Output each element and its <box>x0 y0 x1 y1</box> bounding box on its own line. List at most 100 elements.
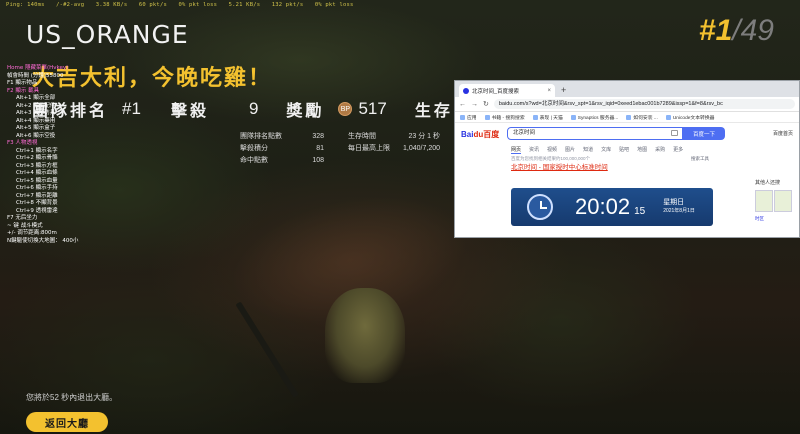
bp-coin-icon: BP <box>338 102 353 116</box>
clock-icon <box>527 194 553 220</box>
camera-icon[interactable] <box>671 130 678 136</box>
time-widget: 20:02 15 星期日 2021年8月1日 <box>511 188 713 226</box>
new-tab-button[interactable]: + <box>561 84 566 97</box>
overlay-menu-line: Ctrl+6 顯示手持 <box>16 185 58 191</box>
overlay-menu-line: Ctrl+3 顯示方框 <box>16 162 58 169</box>
detail-label: 命中點數 <box>240 157 268 164</box>
detail-row: 生存時間 23 分 1 秒 <box>348 131 440 143</box>
kills-label: 擊殺 <box>170 103 209 120</box>
homepage-link[interactable]: 百度首页 <box>773 130 793 137</box>
related-thumbnail[interactable] <box>755 190 773 212</box>
net-in-rate: 3.38 KB/s <box>95 2 128 8</box>
tab-wenku[interactable]: 文库 <box>601 146 611 153</box>
return-to-lobby-button[interactable]: 返回大廳 <box>26 412 108 432</box>
baidu-logo[interactable]: Baidu百度 <box>461 129 499 140</box>
detail-row: 命中點數 108 <box>240 155 324 167</box>
detail-value: 108 <box>312 157 324 164</box>
overlay-menu-line: Ctrl+1 顯示名字 <box>16 147 58 154</box>
bookmark-item[interactable]: 应用 <box>460 114 477 121</box>
toolbar: ← → ↻ baidu.com/s?wd=北京时间&rsv_spt=1&rsv_… <box>455 97 799 112</box>
address-bar[interactable]: baidu.com/s?wd=北京时间&rsv_spt=1&rsv_iqid=0… <box>493 99 795 109</box>
overlay-menu-line: Alt+1 顯示全部 <box>16 95 56 101</box>
tab-map[interactable]: 地图 <box>637 146 647 153</box>
overlay-menu-line: 幀會時間 (分鐘)55800 <box>7 72 64 79</box>
bookmark-item[interactable]: Unicode文本转换器 <box>666 114 715 121</box>
kills-value: 9 <box>248 99 259 118</box>
search-button[interactable]: 百度一下 <box>683 127 725 140</box>
reward-value: 517 <box>358 99 387 118</box>
close-tab-icon[interactable]: × <box>547 88 551 94</box>
overlay-menu-line: Ctrl+8 不顯背景 <box>16 200 58 206</box>
bookmark-item[interactable]: 书籍 - 搜狗搜索 <box>485 114 525 121</box>
tab-more[interactable]: 更多 <box>673 146 683 153</box>
net-in-loss: 0% pkt loss <box>178 2 218 8</box>
overlay-menu-line: Ctrl+7 顯示距離 <box>16 192 58 199</box>
detail-row: 每日最高上限 1,040/7,200 <box>348 143 440 155</box>
reward-stat: 獎勵 BP 517 <box>286 97 386 121</box>
tab-shopping[interactable]: 采购 <box>655 146 665 153</box>
search-tools-link[interactable]: 搜索工具 <box>691 154 709 163</box>
forward-icon[interactable]: → <box>471 101 478 108</box>
net-in-pkts: 60 pkt/s <box>138 2 167 8</box>
tab-strip: 北京时间_百度搜索 × + <box>455 81 799 97</box>
bookmark-item[interactable]: Synaptics 服务器... <box>571 114 619 121</box>
reload-icon[interactable]: ↻ <box>483 100 489 108</box>
survival-details: 生存時間 23 分 1 秒 每日最高上限 1,040/7,200 <box>348 131 440 155</box>
tab-baidu[interactable]: 北京时间_百度搜索 × <box>459 84 555 97</box>
net-out-pkts: 132 pkt/s <box>271 2 304 8</box>
tab-web[interactable]: 网页 <box>511 146 522 154</box>
current-time: 20:02 <box>575 194 631 219</box>
overlay-menu-line: Alt+5 顯示盒子 <box>16 125 56 131</box>
overlay-menu-line: +/- 调节距离:800m <box>7 230 57 236</box>
survival-label: 生存 <box>414 103 453 120</box>
search-type-tabs: 网页 资讯 视频 图片 知道 文库 贴吧 地图 采购 更多 <box>455 145 799 154</box>
overlay-menu-line: Alt+6 顯示空投 <box>16 132 56 139</box>
bookmark-item[interactable]: 表现 | 天猫 <box>533 114 563 121</box>
net-avg: /-#2-avg <box>56 2 85 8</box>
baidu-favicon-icon <box>463 87 469 94</box>
tab-video[interactable]: 视频 <box>547 146 557 153</box>
result-count-text: 百度为您找到相关结果约100,000,000个 <box>511 156 591 161</box>
result-title-link[interactable]: 北京时间 - 国家授时中心标准时间 <box>455 163 799 173</box>
related-caption[interactable]: 时区 <box>755 216 795 222</box>
overlay-menu-line: N鍵驅使切換大地圖： 400小 <box>7 237 79 244</box>
related-thumbnail[interactable] <box>774 190 793 212</box>
weekday: 星期日 <box>663 199 685 206</box>
related-title: 其他人还搜 <box>755 180 781 186</box>
overlay-menu-line: F2 顯示 載具 <box>7 87 40 94</box>
detail-label: 每日最高上限 <box>348 145 390 152</box>
overlay-menu-line: Alt+3 顯示防具 <box>16 110 56 116</box>
rank-total: /49 <box>732 14 774 47</box>
detail-label: 團隊排名點數 <box>240 133 282 140</box>
search-input[interactable]: 北京时间 <box>507 127 683 140</box>
overlay-menu-line: Ctrl+4 顯示血條 <box>16 170 58 176</box>
browser-window: 北京时间_百度搜索 × + ← → ↻ baidu.com/s?wd=北京时间&… <box>454 80 800 238</box>
bookmark-item[interactable]: 如何安装 ... <box>626 114 658 121</box>
overlay-menu-line: Alt+4 顯示藥用 <box>16 117 56 124</box>
reward-details: 團隊排名點數 328 擊殺積分 81 命中點數 108 <box>240 131 324 167</box>
tab-images[interactable]: 图片 <box>565 146 575 153</box>
overlay-menu-line: ~ 键 战斗模式 <box>7 222 43 229</box>
tab-news[interactable]: 资讯 <box>529 146 539 153</box>
back-icon[interactable]: ← <box>459 101 466 108</box>
net-out-rate: 5.21 KB/s <box>228 2 261 8</box>
baidu-header: Baidu百度 北京时间 百度一下 百度首页 <box>455 123 799 145</box>
network-stats-bar: Ping: 140ms /-#2-avg 3.38 KB/s 60 pkt/s … <box>6 2 362 8</box>
net-out-loss: 0% pkt loss <box>314 2 354 8</box>
overlay-menu: Home 隱藏菜單(Hvkey) 幀會時間 (分鐘)55800 F1 顯示物品 F2 … <box>7 65 78 245</box>
search-query: 北京时间 <box>513 130 536 136</box>
related-searches: 其他人还搜 时区 <box>755 179 795 222</box>
logo-text: du百度 <box>473 130 500 139</box>
tab-tieba[interactable]: 贴吧 <box>619 146 629 153</box>
bookmarks-bar: 应用 书籍 - 搜狗搜索 表现 | 天猫 Synaptics 服务器... 如何… <box>455 112 799 123</box>
team-rank-value: #1 <box>122 99 141 118</box>
date-block: 星期日 2021年8月1日 <box>663 198 695 216</box>
overlay-menu-line: Home 隱藏菜單(Hvkey) <box>7 65 69 71</box>
detail-value: 328 <box>312 133 324 140</box>
overlay-menu-line: Ctrl+2 顯示骨骼 <box>16 155 58 161</box>
detail-row: 擊殺積分 81 <box>240 143 324 155</box>
logo-text: Bai <box>461 130 474 139</box>
rank-place: #1 <box>698 14 733 47</box>
tab-zhidao[interactable]: 知道 <box>583 146 593 153</box>
detail-label: 擊殺積分 <box>240 145 268 152</box>
